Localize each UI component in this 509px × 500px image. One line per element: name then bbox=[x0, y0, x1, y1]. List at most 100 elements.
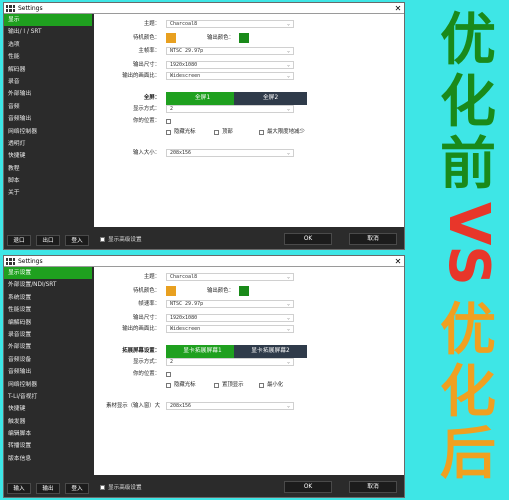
sidebar-item[interactable]: 录音设置 bbox=[4, 329, 92, 341]
sidebar-footer: 退口 出口 登入 bbox=[4, 235, 92, 246]
aspect-select[interactable]: Widescreen ⌄ bbox=[166, 325, 294, 333]
input-size-label: 素材显示（输入窗）大 bbox=[106, 403, 160, 409]
chevron-down-icon: ⌄ bbox=[286, 315, 290, 321]
sidebar-item[interactable]: 外部输出 bbox=[4, 88, 92, 100]
sidebar-item[interactable]: 透明灯 bbox=[4, 138, 92, 150]
hide-cursor-check[interactable]: 隐藏光标 bbox=[166, 128, 196, 137]
theme-select[interactable]: Charcoal8 ⌄ bbox=[166, 273, 294, 281]
vs-label: VS bbox=[436, 202, 501, 286]
sidebar-item[interactable]: 选项 bbox=[4, 39, 92, 51]
chevron-down-icon: ⌄ bbox=[286, 106, 290, 112]
output-color-label: 输出颜色： bbox=[207, 35, 234, 41]
extended-screen-label: 拓展屏幕设置： bbox=[122, 348, 160, 354]
position-label: 你的位置： bbox=[133, 371, 160, 377]
settings-window-after: Settings ✕ 显示设置 外部设置/NDI/SRT 系统设置 性能设置 编… bbox=[3, 255, 405, 498]
login-button[interactable]: 登入 bbox=[65, 483, 89, 494]
app-icon bbox=[6, 4, 15, 12]
theme-select[interactable]: Charcoal8 ⌄ bbox=[166, 20, 294, 28]
chevron-down-icon: ⌄ bbox=[286, 48, 290, 54]
fullscreen1-button[interactable]: 全屏1 bbox=[166, 92, 239, 105]
input-size-select[interactable]: 208x156 ⌄ bbox=[166, 149, 294, 157]
sidebar-item-display[interactable]: 显示 bbox=[4, 14, 92, 27]
position-checkbox[interactable] bbox=[166, 372, 171, 377]
dialog-footer: 显示高级设置 OK 取消 bbox=[94, 227, 404, 249]
input-size-select[interactable]: 208x156 ⌄ bbox=[166, 402, 294, 410]
standby-color-swatch[interactable] bbox=[166, 33, 176, 43]
standby-color-swatch[interactable] bbox=[166, 286, 176, 296]
sidebar-item[interactable]: 音频输出 bbox=[4, 113, 92, 125]
ok-button[interactable]: OK bbox=[284, 481, 332, 493]
sidebar-item[interactable]: 网络控制器 bbox=[4, 379, 92, 391]
cancel-button[interactable]: 取消 bbox=[349, 233, 397, 245]
sidebar-item[interactable]: 输出/ I / SRT bbox=[4, 26, 92, 38]
sidebar-item[interactable]: 音频设备 bbox=[4, 354, 92, 366]
after-label: 优 化 后 bbox=[440, 298, 496, 487]
sidebar-item[interactable]: 系统设置 bbox=[4, 292, 92, 304]
sidebar-item[interactable]: 快捷键 bbox=[4, 403, 92, 415]
import-button[interactable]: 输入 bbox=[7, 483, 31, 494]
output-size-select[interactable]: 1920x1080 ⌄ bbox=[166, 61, 294, 69]
sidebar-item[interactable]: 教程 bbox=[4, 163, 92, 175]
sidebar-item[interactable]: T-Li/音视打 bbox=[4, 391, 92, 403]
advanced-settings-check[interactable]: 显示高级设置 bbox=[100, 235, 142, 243]
sidebar-item[interactable]: 编辑脚本 bbox=[4, 428, 92, 440]
display-mode-label: 显示方式： bbox=[133, 106, 160, 112]
export-button[interactable]: 输出 bbox=[36, 483, 60, 494]
sidebar-item[interactable]: 性能设置 bbox=[4, 304, 92, 316]
sidebar-item[interactable]: 外部设置/NDI/SRT bbox=[4, 279, 92, 291]
sidebar-item-display[interactable]: 显示设置 bbox=[4, 267, 92, 280]
output-color-label: 输出颜色： bbox=[207, 288, 234, 294]
sidebar-item[interactable]: 编解码器 bbox=[4, 317, 92, 329]
ok-button[interactable]: OK bbox=[284, 233, 332, 245]
output-color-swatch[interactable] bbox=[239, 33, 249, 43]
topmost-check[interactable]: 顶部 bbox=[214, 128, 233, 137]
export-button[interactable]: 出口 bbox=[36, 235, 60, 246]
hide-cursor-check[interactable]: 隐藏光标 bbox=[166, 381, 196, 390]
sidebar-item[interactable]: 录音 bbox=[4, 76, 92, 88]
sidebar-item[interactable]: 性能 bbox=[4, 51, 92, 63]
chevron-down-icon: ⌄ bbox=[286, 301, 290, 307]
sidebar-item[interactable]: 音频 bbox=[4, 101, 92, 113]
settings-panel: 主题： Charcoal8 ⌄ 待机颜色： 输出颜色： 主帧率： NTSC 29.… bbox=[94, 14, 404, 227]
sidebar: 显示 输出/ I / SRT 选项 性能 解码器 录音 外部输出 音频 音频输出… bbox=[4, 14, 92, 249]
sidebar-item[interactable]: 版本信息 bbox=[4, 453, 92, 465]
position-checkbox[interactable] bbox=[166, 119, 171, 124]
aspect-select[interactable]: Widescreen ⌄ bbox=[166, 72, 294, 80]
fullscreen-label: 全屏： bbox=[143, 95, 160, 101]
display-mode-select[interactable]: 2 ⌄ bbox=[166, 105, 294, 113]
minimize-check[interactable]: 最小化 bbox=[259, 381, 283, 390]
extended-screen1-button[interactable]: 显卡拓展屏幕1 bbox=[166, 345, 239, 358]
sidebar-item[interactable]: 关于 bbox=[4, 187, 92, 199]
window-title: Settings bbox=[18, 257, 43, 265]
chevron-down-icon: ⌄ bbox=[286, 403, 290, 409]
chevron-down-icon: ⌄ bbox=[286, 21, 290, 27]
sidebar-item[interactable]: 触发器 bbox=[4, 416, 92, 428]
import-button[interactable]: 退口 bbox=[7, 235, 31, 246]
chevron-down-icon: ⌄ bbox=[286, 359, 290, 365]
chevron-down-icon: ⌄ bbox=[286, 150, 290, 156]
cancel-button[interactable]: 取消 bbox=[349, 481, 397, 493]
display-mode-select[interactable]: 2 ⌄ bbox=[166, 358, 294, 366]
sidebar-item[interactable]: 网络控制器 bbox=[4, 126, 92, 138]
sidebar-item[interactable]: 快捷键 bbox=[4, 150, 92, 162]
sidebar-item[interactable]: 音频输出 bbox=[4, 366, 92, 378]
sidebar-item[interactable]: 解码器 bbox=[4, 64, 92, 76]
topmost-check[interactable]: 置顶显示 bbox=[214, 381, 244, 390]
framerate-select[interactable]: NTSC 29.97p ⌄ bbox=[166, 300, 294, 308]
advanced-settings-check[interactable]: 显示高级设置 bbox=[100, 483, 142, 491]
chevron-down-icon: ⌄ bbox=[286, 274, 290, 280]
sidebar-item[interactable]: 外部设置 bbox=[4, 341, 92, 353]
max-res-check[interactable]: 最大限度地减少 bbox=[259, 128, 305, 137]
fullscreen2-button[interactable]: 全屏2 bbox=[234, 92, 307, 105]
aspect-label: 输出的画面比： bbox=[122, 73, 160, 79]
sidebar-item[interactable]: 转播设置 bbox=[4, 440, 92, 452]
output-color-swatch[interactable] bbox=[239, 286, 249, 296]
extended-screen2-button[interactable]: 显卡拓展屏幕2 bbox=[234, 345, 307, 358]
input-size-label: 输入大小： bbox=[133, 150, 160, 156]
output-size-select[interactable]: 1920x1080 ⌄ bbox=[166, 314, 294, 322]
login-button[interactable]: 登入 bbox=[65, 235, 89, 246]
close-icon[interactable]: ✕ bbox=[392, 3, 404, 14]
sidebar-item[interactable]: 脚本 bbox=[4, 175, 92, 187]
framerate-select[interactable]: NTSC 29.97p ⌄ bbox=[166, 47, 294, 55]
close-icon[interactable]: ✕ bbox=[392, 256, 404, 267]
